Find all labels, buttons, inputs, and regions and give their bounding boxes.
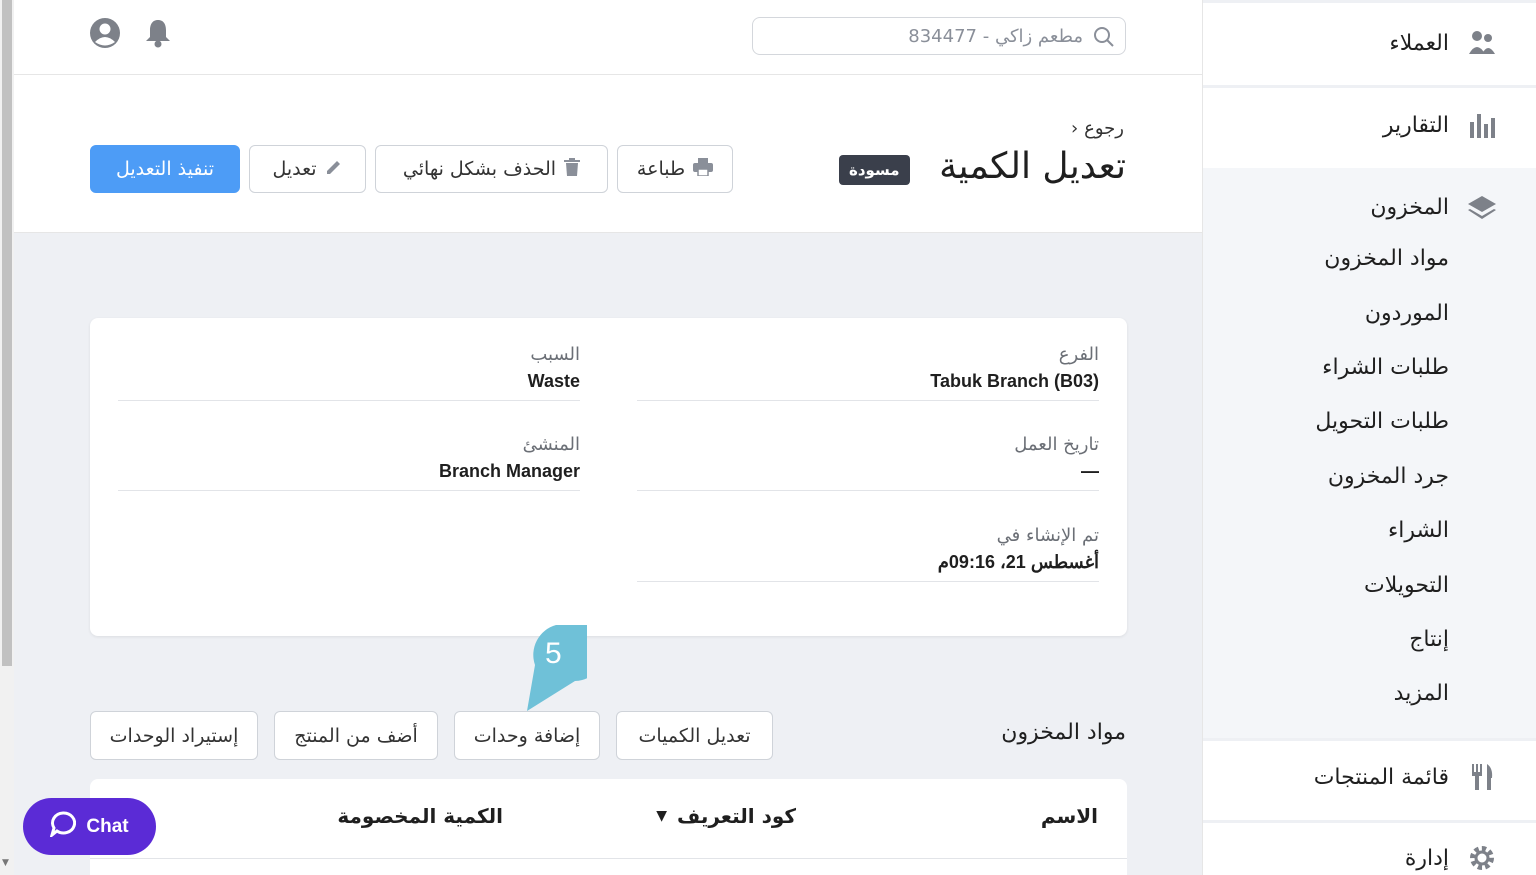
chat-label: Chat bbox=[86, 815, 129, 837]
sidebar-subitem-inventory-items[interactable]: مواد المخزون bbox=[1324, 246, 1449, 271]
sidebar-subitem-inventory-count[interactable]: جرد المخزون bbox=[1328, 464, 1449, 489]
submit-label: تنفيذ التعديل bbox=[116, 158, 214, 180]
reason-label: السبب bbox=[530, 344, 580, 365]
sidebar-item-label: إدارة bbox=[1404, 845, 1449, 871]
column-header-name[interactable]: الاسم bbox=[1041, 804, 1098, 828]
reason-value: Waste bbox=[118, 371, 580, 401]
chevron-left-icon: ‹ bbox=[1070, 118, 1079, 139]
back-label: رجوع bbox=[1084, 118, 1124, 139]
restaurant-search-input[interactable]: مطعم زاكي - 834477 bbox=[752, 17, 1126, 55]
created-at-value: أغسطس 21، 09:16م bbox=[637, 552, 1099, 582]
sidebar-item-label: التقارير bbox=[1382, 112, 1449, 138]
customers-icon bbox=[1467, 28, 1497, 58]
edit-label: تعديل bbox=[272, 158, 317, 180]
import-items-label: إستيراد الوحدات bbox=[109, 724, 239, 747]
business-date-label: تاريخ العمل bbox=[1014, 434, 1099, 455]
sidebar-item-label: العملاء bbox=[1389, 30, 1449, 56]
items-table bbox=[90, 779, 1127, 875]
sidebar-subitem-transfers[interactable]: التحويلات bbox=[1364, 573, 1449, 598]
sort-caret-down-icon: ▼ bbox=[656, 808, 668, 824]
status-badge: مسودة bbox=[839, 155, 910, 185]
sidebar-subitem-transfer-orders[interactable]: طلبات التحويل bbox=[1315, 409, 1449, 434]
tour-step-number: 5 bbox=[545, 637, 562, 670]
branch-label: الفرع bbox=[1058, 344, 1099, 365]
sidebar: العملاء التقارير المخزون مواد المخزون ال… bbox=[1202, 0, 1536, 875]
menu-fork-knife-icon bbox=[1467, 762, 1497, 792]
delete-label: الحذف بشكل نهائي bbox=[402, 158, 557, 180]
sidebar-item-inventory[interactable]: المخزون bbox=[1370, 192, 1497, 222]
branch-value: Tabuk Branch (B03) bbox=[637, 371, 1099, 401]
add-items-button[interactable]: إضافة وحدات bbox=[454, 711, 600, 760]
sidebar-item-customers[interactable]: العملاء bbox=[1389, 28, 1497, 58]
user-avatar-icon[interactable] bbox=[90, 18, 120, 52]
delete-permanently-button[interactable]: الحذف بشكل نهائي bbox=[375, 145, 608, 193]
creator-value: Branch Manager bbox=[118, 461, 580, 491]
edit-quantities-button[interactable]: تعديل الكميات bbox=[616, 711, 773, 760]
scrollbar-thumb[interactable] bbox=[2, 0, 12, 666]
back-link[interactable]: رجوع ‹ bbox=[1071, 118, 1124, 139]
section-title: مواد المخزون bbox=[1001, 720, 1126, 745]
edit-button[interactable]: تعديل bbox=[249, 145, 366, 193]
add-from-product-button[interactable]: أضف من المنتج bbox=[274, 711, 438, 760]
bell-icon[interactable] bbox=[144, 18, 172, 52]
pencil-icon bbox=[325, 158, 343, 181]
sidebar-item-reports[interactable]: التقارير bbox=[1383, 110, 1497, 140]
page-title: تعديل الكمية bbox=[939, 146, 1126, 187]
sidebar-item-management[interactable]: إدارة bbox=[1405, 843, 1497, 873]
import-items-button[interactable]: إستيراد الوحدات bbox=[90, 711, 258, 760]
reports-icon bbox=[1467, 110, 1497, 140]
sidebar-item-label: المخزون bbox=[1370, 194, 1449, 220]
created-at-label: تم الإنشاء في bbox=[996, 525, 1099, 546]
tour-step-bubble[interactable]: 5 bbox=[525, 625, 587, 715]
sidebar-item-menu[interactable]: قائمة المنتجات bbox=[1314, 762, 1497, 792]
sidebar-subitem-suppliers[interactable]: الموردون bbox=[1365, 301, 1449, 326]
inventory-layers-icon bbox=[1467, 192, 1497, 222]
trash-icon bbox=[564, 157, 581, 181]
sidebar-subitem-more[interactable]: المزيد bbox=[1394, 681, 1449, 706]
column-header-deducted-quantity[interactable]: الكمية المخصومة bbox=[337, 804, 503, 828]
sidebar-item-label: قائمة المنتجات bbox=[1313, 764, 1449, 790]
details-card: الفرع Tabuk Branch (B03) السبب Waste تار… bbox=[90, 318, 1127, 636]
print-button[interactable]: طباعة bbox=[617, 145, 733, 193]
business-date-field: تاريخ العمل — bbox=[637, 434, 1099, 491]
print-icon bbox=[693, 157, 714, 181]
business-date-value: — bbox=[637, 461, 1099, 491]
column-header-sku[interactable]: كود التعريف ▼ bbox=[656, 804, 796, 828]
search-text: مطعم زاكي - 834477 bbox=[908, 26, 1083, 47]
gear-icon bbox=[1467, 843, 1497, 873]
creator-label: المنشئ bbox=[522, 434, 580, 455]
search-icon bbox=[1093, 26, 1115, 52]
sku-header-label: كود التعريف bbox=[677, 804, 796, 828]
edit-quantities-label: تعديل الكميات bbox=[638, 724, 751, 747]
created-at-field: تم الإنشاء في أغسطس 21، 09:16م bbox=[637, 525, 1099, 582]
add-items-label: إضافة وحدات bbox=[473, 724, 581, 747]
scroll-down-arrow-icon[interactable]: ▼ bbox=[2, 858, 9, 868]
chat-bubble-icon bbox=[49, 810, 77, 843]
sidebar-subitem-purchasing[interactable]: الشراء bbox=[1388, 518, 1449, 543]
print-label: طباعة bbox=[636, 158, 686, 180]
chat-button[interactable]: Chat bbox=[23, 798, 156, 855]
add-from-product-label: أضف من المنتج bbox=[294, 724, 418, 747]
creator-field: المنشئ Branch Manager bbox=[118, 434, 580, 491]
sidebar-subitem-production[interactable]: إنتاج bbox=[1409, 627, 1449, 652]
submit-adjustment-button[interactable]: تنفيذ التعديل bbox=[90, 145, 240, 193]
reason-field: السبب Waste bbox=[118, 344, 580, 401]
branch-field: الفرع Tabuk Branch (B03) bbox=[637, 344, 1099, 401]
sidebar-subitem-purchase-orders[interactable]: طلبات الشراء bbox=[1322, 355, 1449, 380]
table-divider bbox=[90, 858, 1127, 859]
sidebar-group-inventory: المخزون مواد المخزون الموردون طلبات الشر… bbox=[1203, 168, 1536, 738]
